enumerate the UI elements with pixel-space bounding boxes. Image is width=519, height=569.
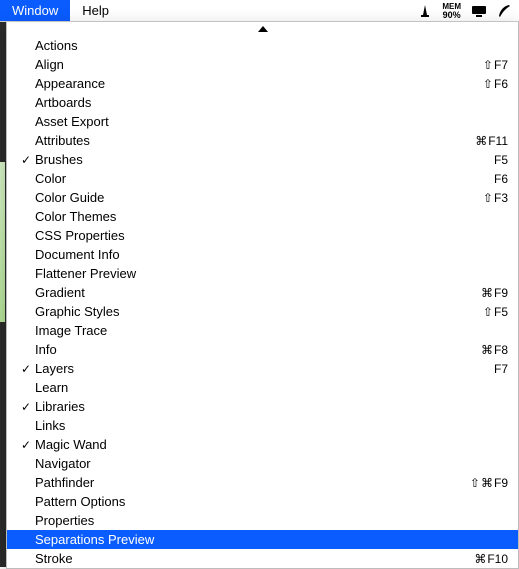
feather-icon[interactable]: [497, 4, 511, 18]
menu-help[interactable]: Help: [70, 0, 121, 21]
menu-item-label: Graphic Styles: [35, 304, 483, 319]
menu-item-shortcut: ⇧F6: [483, 77, 508, 91]
menu-item-navigator[interactable]: Navigator: [7, 454, 518, 473]
menu-item-shortcut: ⇧F3: [483, 191, 508, 205]
menu-item-label: Color Themes: [35, 209, 508, 224]
memory-value: 90%: [443, 11, 461, 20]
check-icon: ✓: [17, 400, 35, 414]
menu-window[interactable]: Window: [0, 0, 70, 21]
menu-item-label: Libraries: [35, 399, 508, 414]
menu-item-label: Attributes: [35, 133, 475, 148]
menu-item-pathfinder[interactable]: Pathfinder⇧⌘F9: [7, 473, 518, 492]
menu-item-links[interactable]: Links: [7, 416, 518, 435]
background-strip: [0, 162, 5, 322]
menu-item-libraries[interactable]: ✓Libraries: [7, 397, 518, 416]
menu-item-artboards[interactable]: Artboards: [7, 93, 518, 112]
menu-item-actions[interactable]: Actions: [7, 36, 518, 55]
scroll-up-arrow[interactable]: [7, 22, 518, 36]
window-menu-dropdown: ActionsAlign⇧F7Appearance⇧F6ArtboardsAss…: [6, 22, 519, 569]
menu-item-label: Pathfinder: [35, 475, 470, 490]
menu-item-info[interactable]: Info⌘F8: [7, 340, 518, 359]
display-icon[interactable]: [471, 5, 487, 17]
menu-item-label: Links: [35, 418, 508, 433]
menu-item-shortcut: F6: [494, 172, 508, 186]
menu-item-label: Image Trace: [35, 323, 508, 338]
menu-item-gradient[interactable]: Gradient⌘F9: [7, 283, 518, 302]
menu-item-label: Info: [35, 342, 481, 357]
menu-item-graphic-styles[interactable]: Graphic Styles⇧F5: [7, 302, 518, 321]
menu-item-layers[interactable]: ✓LayersF7: [7, 359, 518, 378]
menu-item-label: Layers: [35, 361, 494, 376]
menu-item-separations-preview[interactable]: Separations Preview: [7, 530, 518, 549]
check-icon: ✓: [17, 438, 35, 452]
menu-item-label: Magic Wand: [35, 437, 508, 452]
check-icon: ✓: [17, 153, 35, 167]
menu-item-shortcut: ⌘F8: [481, 343, 508, 357]
menu-item-magic-wand[interactable]: ✓Magic Wand: [7, 435, 518, 454]
menu-item-asset-export[interactable]: Asset Export: [7, 112, 518, 131]
menu-item-shortcut: ⌘F9: [481, 286, 508, 300]
menu-item-label: Pattern Options: [35, 494, 508, 509]
menu-item-pattern-options[interactable]: Pattern Options: [7, 492, 518, 511]
menu-item-css-properties[interactable]: CSS Properties: [7, 226, 518, 245]
menu-item-appearance[interactable]: Appearance⇧F6: [7, 74, 518, 93]
menu-item-shortcut: ⌘F11: [475, 134, 508, 148]
menu-item-label: Flattener Preview: [35, 266, 508, 281]
menubar-right: MEM 90%: [418, 0, 519, 21]
menu-item-label: Document Info: [35, 247, 508, 262]
menu-item-flattener-preview[interactable]: Flattener Preview: [7, 264, 518, 283]
menu-item-label: Appearance: [35, 76, 483, 91]
menu-item-label: Separations Preview: [35, 532, 508, 547]
menu-item-shortcut: ⇧⌘F9: [470, 476, 508, 490]
menubar-left: Window Help: [0, 0, 121, 21]
menu-item-align[interactable]: Align⇧F7: [7, 55, 518, 74]
menu-item-shortcut: ⌘F10: [474, 552, 508, 566]
menu-item-shortcut: F5: [494, 153, 508, 167]
vlc-cone-icon[interactable]: [418, 4, 432, 18]
menu-item-label: Navigator: [35, 456, 508, 471]
menu-item-document-info[interactable]: Document Info: [7, 245, 518, 264]
menu-item-label: Actions: [35, 38, 508, 53]
menu-item-image-trace[interactable]: Image Trace: [7, 321, 518, 340]
menu-item-label: CSS Properties: [35, 228, 508, 243]
menu-item-label: Brushes: [35, 152, 494, 167]
menu-item-color[interactable]: ColorF6: [7, 169, 518, 188]
menu-item-learn[interactable]: Learn: [7, 378, 518, 397]
menu-item-label: Stroke: [35, 551, 474, 566]
menu-item-label: Color: [35, 171, 494, 186]
menu-item-properties[interactable]: Properties: [7, 511, 518, 530]
menu-item-label: Align: [35, 57, 483, 72]
triangle-up-icon: [258, 26, 268, 32]
menu-item-shortcut: F7: [494, 362, 508, 376]
menu-item-label: Asset Export: [35, 114, 508, 129]
menu-item-shortcut: ⇧F7: [483, 58, 508, 72]
menu-item-color-themes[interactable]: Color Themes: [7, 207, 518, 226]
menu-item-attributes[interactable]: Attributes⌘F11: [7, 131, 518, 150]
menu-item-color-guide[interactable]: Color Guide⇧F3: [7, 188, 518, 207]
menu-item-label: Artboards: [35, 95, 508, 110]
check-icon: ✓: [17, 362, 35, 376]
menu-item-label: Properties: [35, 513, 508, 528]
menu-item-brushes[interactable]: ✓BrushesF5: [7, 150, 518, 169]
memory-indicator[interactable]: MEM 90%: [442, 2, 461, 20]
menu-item-label: Learn: [35, 380, 508, 395]
menu-item-shortcut: ⇧F5: [483, 305, 508, 319]
menu-items: ActionsAlign⇧F7Appearance⇧F6ArtboardsAss…: [7, 36, 518, 568]
menu-item-label: Gradient: [35, 285, 481, 300]
menu-item-label: Color Guide: [35, 190, 483, 205]
menu-item-stroke[interactable]: Stroke⌘F10: [7, 549, 518, 568]
menubar: Window Help MEM 90%: [0, 0, 519, 22]
